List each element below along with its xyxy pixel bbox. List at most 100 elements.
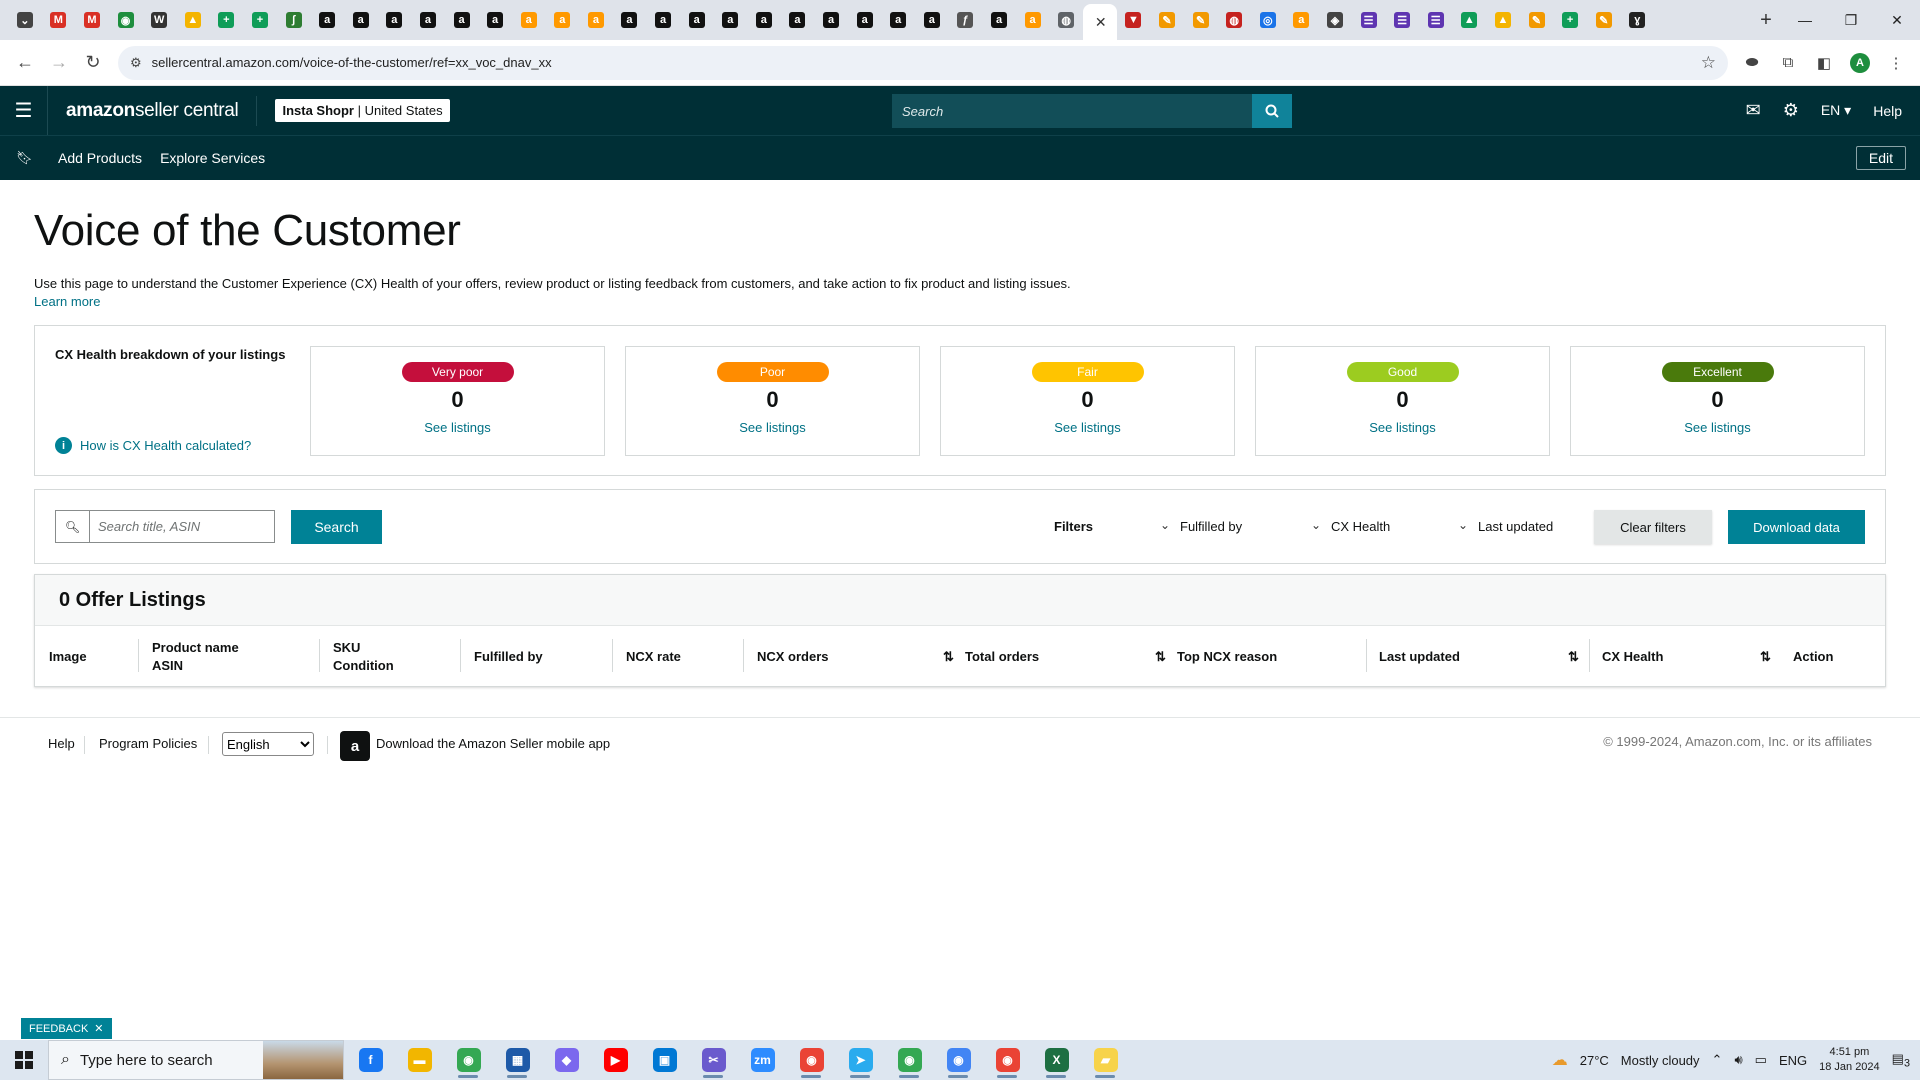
taskbar-search[interactable]: ⌕ Type here to search — [48, 1040, 344, 1080]
learn-more-link[interactable]: Learn more — [34, 294, 100, 309]
forward-icon[interactable]: → — [42, 46, 76, 80]
filter-last-updated[interactable]: Last updated — [1478, 519, 1553, 534]
browser-tab[interactable]: a — [1285, 4, 1319, 36]
clock[interactable]: 4:51 pm 18 Jan 2024 — [1819, 1045, 1880, 1075]
taskbar-app[interactable]: ➤ — [836, 1040, 885, 1080]
filter-fulfilled-by[interactable]: Fulfilled by — [1180, 519, 1242, 534]
search-button[interactable]: Search — [291, 510, 382, 544]
taskbar-app[interactable]: ▶ — [591, 1040, 640, 1080]
sort-icon[interactable]: ⇅ — [1568, 626, 1579, 687]
close-tab-icon[interactable]: ✕ — [1095, 14, 1107, 31]
browser-tab[interactable]: a — [613, 4, 647, 36]
sort-icon[interactable]: ⇅ — [1155, 626, 1166, 687]
browser-tab[interactable]: a — [344, 4, 378, 36]
network-icon[interactable]: ▭ — [1755, 1052, 1767, 1068]
browser-tab[interactable]: ◍ — [1049, 4, 1083, 36]
browser-tab[interactable]: ◍ — [1217, 4, 1251, 36]
side-panel-icon[interactable]: ◧ — [1808, 47, 1840, 79]
site-info-icon[interactable]: ⚙ — [130, 55, 142, 71]
taskbar-app[interactable]: f — [346, 1040, 395, 1080]
reload-icon[interactable]: ↻ — [76, 46, 110, 80]
new-tab-button[interactable]: + — [1750, 9, 1782, 32]
taskbar-app[interactable]: X — [1032, 1040, 1081, 1080]
browser-tab[interactable]: ☰ — [1352, 4, 1386, 36]
header-search-input[interactable] — [892, 94, 1252, 128]
column-header[interactable]: Total orders — [965, 626, 1039, 687]
sort-icon[interactable]: ⇅ — [1760, 626, 1771, 687]
browser-tab[interactable]: ◉ — [109, 4, 143, 36]
column-header[interactable]: Last updated — [1379, 626, 1460, 687]
taskbar-app[interactable]: ✂ — [689, 1040, 738, 1080]
browser-tab[interactable]: a — [915, 4, 949, 36]
see-listings-link[interactable]: See listings — [1256, 420, 1549, 435]
sort-icon[interactable]: ⇅ — [943, 626, 954, 687]
program-policies-link[interactable]: Program Policies — [99, 736, 197, 751]
browser-tab[interactable]: + — [210, 4, 244, 36]
taskbar-app[interactable]: zm — [738, 1040, 787, 1080]
mobile-app-link[interactable]: Download the Amazon Seller mobile app — [376, 736, 610, 751]
chevron-up-icon[interactable]: ⌃ — [1712, 1052, 1723, 1068]
header-search-button[interactable] — [1252, 94, 1292, 128]
see-listings-link[interactable]: See listings — [1571, 420, 1864, 435]
taskbar-app[interactable]: ▣ — [640, 1040, 689, 1080]
browser-tab[interactable]: a — [848, 4, 882, 36]
input-language[interactable]: ENG — [1779, 1053, 1807, 1068]
chevron-down-icon[interactable]: ⌄ — [1311, 518, 1321, 532]
minimize-icon[interactable]: — — [1782, 0, 1828, 40]
taskbar-app[interactable]: ▦ — [493, 1040, 542, 1080]
browser-tab[interactable]: a — [713, 4, 747, 36]
edit-bookmarks-button[interactable]: Edit — [1855, 146, 1906, 170]
notification-icon[interactable]: ▤3 — [1892, 1051, 1910, 1070]
nav-explore-services[interactable]: Explore Services — [160, 150, 265, 166]
download-data-button[interactable]: Download data — [1728, 510, 1865, 544]
see-listings-link[interactable]: See listings — [311, 420, 604, 435]
taskbar-app[interactable]: ▬ — [395, 1040, 444, 1080]
restore-icon[interactable]: ❐ — [1828, 0, 1874, 40]
browser-tab[interactable]: + — [243, 4, 277, 36]
seller-central-logo[interactable]: amazon seller central — [48, 95, 258, 126]
browser-tab[interactable]: a — [680, 4, 714, 36]
listing-search-input[interactable] — [89, 510, 275, 543]
browser-tab[interactable]: ƒ — [949, 4, 983, 36]
browser-tab[interactable]: M — [75, 4, 109, 36]
browser-tab[interactable]: a — [579, 4, 613, 36]
browser-tab[interactable]: a — [781, 4, 815, 36]
mail-icon[interactable]: ✉ — [1746, 100, 1761, 121]
browser-tab[interactable]: ▲ — [1486, 4, 1520, 36]
close-icon[interactable]: ✕ — [94, 1022, 103, 1035]
browser-tab[interactable]: a — [546, 4, 580, 36]
bookmark-icon[interactable]: 🔖︎ — [16, 150, 33, 166]
filter-cx-health[interactable]: CX Health — [1331, 519, 1390, 534]
help-link[interactable]: Help — [1873, 103, 1902, 119]
chevron-down-icon[interactable]: ⌄ — [1160, 518, 1170, 532]
clear-filters-button[interactable]: Clear filters — [1594, 510, 1712, 544]
taskbar-app[interactable]: ◉ — [983, 1040, 1032, 1080]
url-text[interactable]: sellercentral.amazon.com/voice-of-the-cu… — [152, 55, 1701, 70]
browser-tab[interactable]: a — [1016, 4, 1050, 36]
windows-start-icon[interactable] — [0, 1040, 48, 1080]
browser-tab[interactable]: ▼ — [1117, 4, 1151, 36]
column-header[interactable]: CX Health — [1602, 626, 1663, 687]
settings-gear-icon[interactable]: ⚙ — [1783, 100, 1799, 121]
browser-tab[interactable]: a — [814, 4, 848, 36]
extensions-puzzle-icon[interactable]: ⧉ — [1772, 47, 1804, 79]
taskbar-app[interactable]: ◉ — [934, 1040, 983, 1080]
store-selector[interactable]: Insta Shopr | United States — [275, 99, 450, 122]
browser-tab[interactable]: ☰ — [1419, 4, 1453, 36]
taskbar-app[interactable]: ▰ — [1081, 1040, 1130, 1080]
taskbar-app[interactable]: ◆ — [542, 1040, 591, 1080]
browser-tab[interactable]: ✎ — [1184, 4, 1218, 36]
language-selector[interactable]: EN ▾ — [1821, 102, 1851, 119]
cx-health-how-link[interactable]: i How is CX Health calculated? — [55, 437, 251, 454]
taskbar-app[interactable]: ◉ — [885, 1040, 934, 1080]
browser-tab[interactable]: a — [747, 4, 781, 36]
browser-tab[interactable]: a — [512, 4, 546, 36]
profile-avatar[interactable]: A — [1850, 52, 1870, 73]
browser-tab[interactable]: ▲ — [1453, 4, 1487, 36]
browser-tab[interactable]: ɣ — [1621, 4, 1655, 36]
nav-add-products[interactable]: Add Products — [58, 150, 142, 166]
column-header[interactable]: NCX orders — [757, 626, 829, 687]
close-window-icon[interactable]: ✕ — [1874, 0, 1920, 40]
active-browser-tab[interactable]: ✕ — [1083, 4, 1117, 40]
extension-icon[interactable]: ⬬ — [1736, 47, 1768, 79]
